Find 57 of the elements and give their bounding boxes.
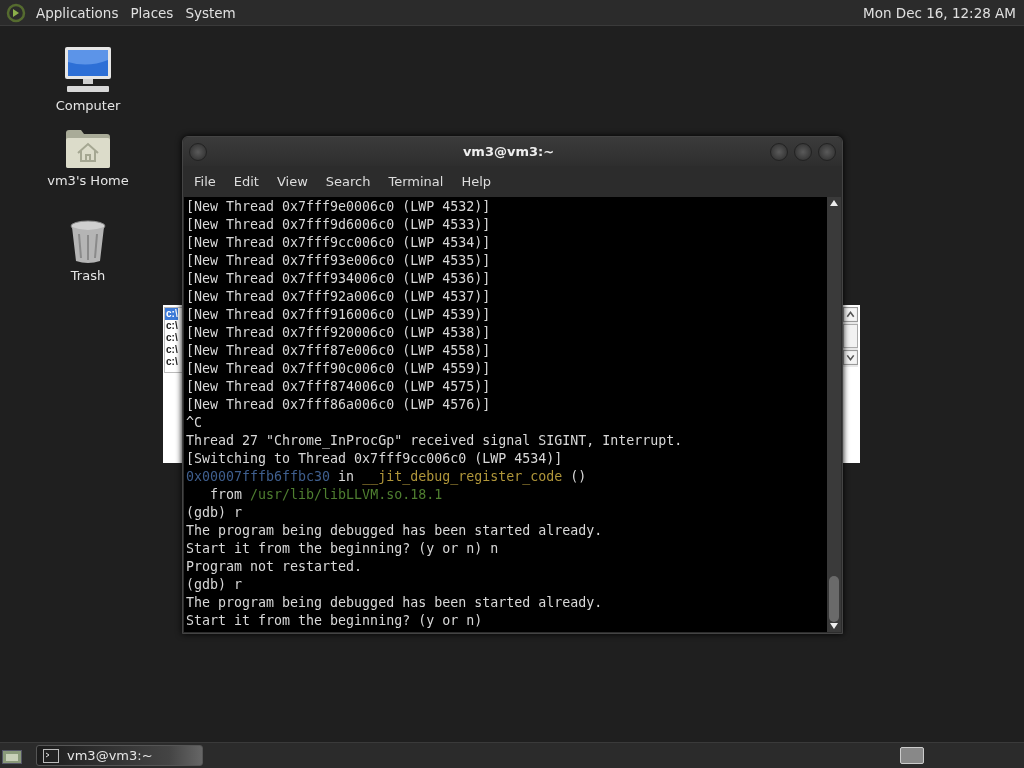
terminal-line: Start it from the beginning? (y or n) <box>186 612 483 630</box>
scroll-down-icon[interactable] <box>843 350 858 365</box>
scrollbar[interactable] <box>827 197 841 632</box>
workspace-switcher[interactable] <box>900 747 924 764</box>
terminal-line: Start it from the beginning? (y or n) n <box>186 540 499 558</box>
panel-menu[interactable]: Places <box>128 4 180 21</box>
scroll-thumb[interactable] <box>829 576 839 622</box>
clock[interactable]: Mon Dec 16, 12:28 AM <box>863 4 1016 21</box>
terminal-line: [New Thread 0x7fff934006c0 (LWP 4536)] <box>186 270 491 288</box>
desktop-icon-label[interactable]: Trash <box>70 268 106 283</box>
terminal-line: [New Thread 0x7fff92a006c0 (LWP 4537)] <box>186 288 491 306</box>
desktop-icon-label[interactable]: vm3's Home <box>47 173 129 188</box>
menu-item[interactable]: View <box>269 174 315 189</box>
list-item[interactable]: c:\ <box>165 320 178 332</box>
window-title: vm3@vm3:~ <box>461 144 556 159</box>
terminal-line: [New Thread 0x7fff9e0006c0 (LWP 4532)] <box>186 198 491 216</box>
computer-icon[interactable] <box>63 46 113 94</box>
desktop-icon-label[interactable]: Computer <box>55 98 121 113</box>
terminal-line: [New Thread 0x7fff9cc006c0 (LWP 4534)] <box>186 234 491 252</box>
terminal-line: from /usr/lib/libLLVM.so.18.1 <box>209 486 443 504</box>
terminal-line: [New Thread 0x7fff86a006c0 (LWP 4576)] <box>186 396 491 414</box>
terminal-line: [New Thread 0x7fff90c006c0 (LWP 4559)] <box>186 360 491 378</box>
scroll-up-icon[interactable] <box>830 200 838 206</box>
home-folder-icon[interactable] <box>65 129 111 169</box>
terminal-line: (gdb) r <box>186 576 243 594</box>
scrollbar[interactable] <box>843 307 858 367</box>
menu-item[interactable]: Edit <box>226 174 266 189</box>
terminal-line: The program being debugged has been started already. <box>186 522 603 540</box>
menu-item[interactable]: Terminal <box>381 174 451 189</box>
terminal-line: (gdb) r <box>186 504 243 522</box>
menu-item[interactable]: Search <box>318 174 378 189</box>
terminal-line: The program being debugged has been started already. <box>186 594 603 612</box>
terminal-line: [New Thread 0x7fff9d6006c0 (LWP 4533)] <box>186 216 491 234</box>
list-item[interactable]: c:\ <box>165 308 178 320</box>
panel-menu[interactable]: Applications <box>34 4 125 21</box>
terminal-line: [Switching to Thread 0x7fff9cc006c0 (LWP 4534)] <box>186 450 563 468</box>
show-desktop-icon[interactable] <box>2 747 22 764</box>
trash-icon[interactable] <box>69 220 107 264</box>
panel-menu[interactable]: System <box>183 4 242 21</box>
list-item[interactable]: c:\ <box>165 332 178 344</box>
terminal-line: [New Thread 0x7fff874006c0 (LWP 4575)] <box>186 378 491 396</box>
terminal-line: [New Thread 0x7fff916006c0 (LWP 4539)] <box>186 306 491 324</box>
terminal-line: Program not restarted. <box>186 558 363 576</box>
menu-item[interactable]: Help <box>454 174 499 189</box>
terminal-icon <box>43 748 59 763</box>
scroll-up-icon[interactable] <box>843 307 858 322</box>
terminal-line: 0x00007fffb6ffbc30 in __jit_debug_register_code () <box>186 468 587 486</box>
terminal-line: [New Thread 0x7fff920006c0 (LWP 4538)] <box>186 324 491 342</box>
list-item[interactable]: c:\ <box>165 356 178 368</box>
taskbar-button[interactable]: vm3@vm3:~ <box>36 745 203 766</box>
terminal-line: Thread 27 "Chrome_InProcGp" received signal SIGINT, Interrupt. <box>186 432 683 450</box>
menu-item[interactable]: File <box>187 174 223 189</box>
terminal-line: ^C <box>186 414 202 432</box>
distro-logo-icon[interactable] <box>6 2 26 23</box>
terminal-line: [New Thread 0x7fff87e006c0 (LWP 4558)] <box>186 342 491 360</box>
list-item[interactable]: c:\ <box>165 344 178 356</box>
terminal-line: [New Thread 0x7fff93e006c0 (LWP 4535)] <box>186 252 491 270</box>
